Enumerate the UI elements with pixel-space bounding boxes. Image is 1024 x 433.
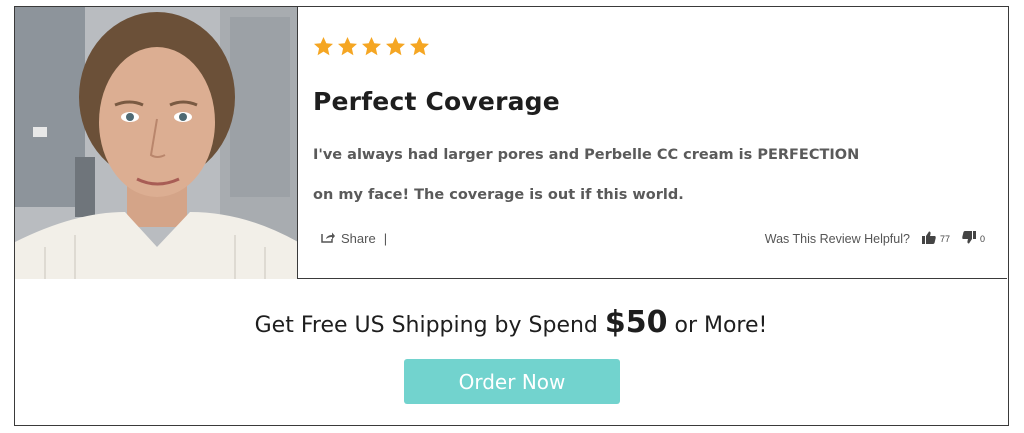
share-separator: | (383, 231, 388, 246)
downvote-button[interactable]: 0 (962, 231, 985, 247)
share-button[interactable]: Share | (321, 231, 387, 246)
promo-text-after: or More! (667, 313, 768, 338)
helpful-label: Was This Review Helpful? (764, 232, 910, 246)
share-icon (321, 231, 341, 246)
thumbs-down-icon (962, 231, 980, 247)
downvote-count: 0 (979, 234, 985, 244)
promo-amount: $50 (604, 305, 668, 340)
rating-stars (313, 36, 430, 57)
promo-text-before: Get Free US Shipping by Spend (254, 313, 605, 338)
reviewer-photo (15, 7, 298, 279)
star-icon (385, 36, 406, 57)
helpful-section: Was This Review Helpful? 77 0 (765, 231, 985, 247)
order-now-button[interactable]: Order Now (404, 359, 620, 404)
upvote-button[interactable]: 77 (921, 231, 950, 247)
thumbs-up-icon (921, 231, 940, 247)
review-card: Perfect Coverage I've always had larger … (14, 6, 1009, 426)
review-text-line-2: on my face! The coverage is out if this … (313, 187, 684, 203)
star-icon (361, 36, 382, 57)
upvote-count: 77 (939, 234, 950, 244)
star-icon (409, 36, 430, 57)
review-text-line-1: I've always had larger pores and Perbell… (313, 147, 860, 163)
star-icon (337, 36, 358, 57)
review-title: Perfect Coverage (313, 87, 560, 116)
shipping-promo: Get Free US Shipping by Spend $50 or Mor… (15, 305, 1007, 340)
share-label: Share (341, 231, 376, 246)
review-text: I've always had larger pores and Perbell… (313, 135, 913, 215)
star-icon (313, 36, 334, 57)
review-section: Perfect Coverage I've always had larger … (15, 7, 1007, 279)
